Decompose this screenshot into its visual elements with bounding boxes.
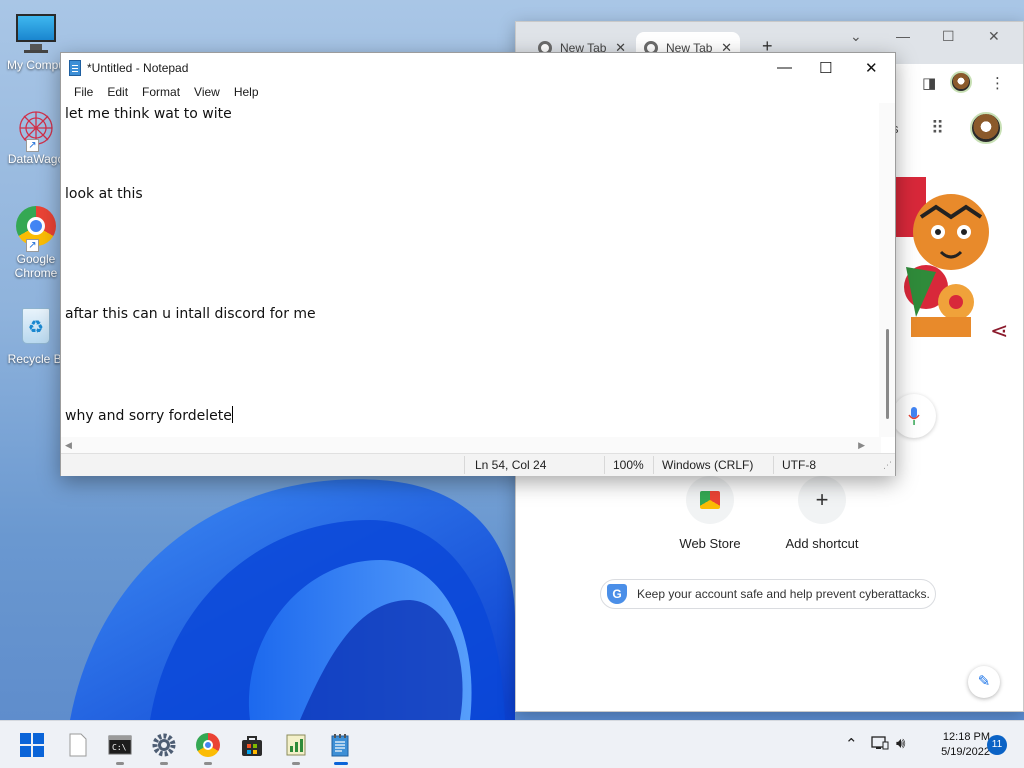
window-title: *Untitled - Notepad [87,61,189,75]
scroll-right-icon[interactable]: ▶ [858,440,865,451]
status-bar: Ln 54, Col 24 100% Windows (CRLF) UTF-8 … [61,453,895,476]
chevron-down-icon[interactable]: ⌄ [850,28,862,45]
horizontal-scrollbar[interactable]: ◀ ▶ [61,437,881,453]
editor-line: why and sorry fordelete [65,408,232,424]
voice-search-mic-icon[interactable] [892,394,936,438]
minimize-icon[interactable]: — [777,59,792,76]
active-indicator [334,762,348,765]
menu-help[interactable]: Help [227,83,266,103]
editor-line: let me think wat to wite [65,106,232,122]
running-indicator [160,762,168,765]
file-icon[interactable] [66,733,90,757]
shortcut-label: Add shortcut [785,536,859,551]
promo-text: Keep your account safe and help prevent … [637,587,930,601]
status-position: Ln 54, Col 24 [475,458,547,472]
text-editor[interactable]: let me think wat to wite look at this af… [61,103,881,437]
account-avatar[interactable] [970,112,1002,144]
menu-bar: File Edit Format View Help [61,83,895,103]
share-icon[interactable]: ⋖ [990,318,1008,344]
start-windows-icon[interactable] [20,733,44,757]
network-icon[interactable] [871,735,889,755]
clock-time: 12:18 PM [942,731,990,743]
running-indicator [292,762,300,765]
google-apps-icon[interactable]: ⠿ [931,118,945,139]
notepad-window[interactable]: *Untitled - Notepad — ☐ ✕ File Edit Form… [60,52,896,476]
status-divider [604,456,605,474]
customize-pencil-icon[interactable]: ✎ [968,666,1000,698]
menu-format[interactable]: Format [135,83,187,103]
status-divider [773,456,774,474]
vertical-scrollbar[interactable] [879,103,895,437]
volume-icon[interactable]: 🔊︎ [896,735,905,752]
web-store-icon [686,476,734,524]
recycle-bin-icon: ♻ [14,306,58,350]
status-divider [464,456,465,474]
terminal-icon[interactable]: C:\ [108,733,132,757]
maximize-icon[interactable]: ☐ [819,59,832,77]
running-indicator [116,762,124,765]
text-caret [231,406,233,423]
notification-badge[interactable]: 11 [987,735,1007,755]
status-line-ending: Windows (CRLF) [662,458,754,472]
editor-line: aftar this can u intall discord for me [65,306,316,322]
google-shield-icon: G [607,584,627,604]
scroll-left-icon[interactable]: ◀ [65,440,72,451]
shortcut-arrow-icon: ↗ [26,139,39,152]
profile-avatar[interactable] [950,71,972,93]
notepad-taskbar-icon[interactable] [328,733,352,757]
shortcut-add[interactable]: + Add shortcut [772,476,872,551]
maximize-icon[interactable]: ☐ [942,28,955,45]
notepad-icon [69,60,81,76]
status-divider [653,456,654,474]
clock-date: 5/19/2022 [941,746,990,758]
close-window-icon[interactable]: ✕ [988,28,1000,45]
spreadsheet-chart-icon[interactable] [284,733,308,757]
shortcut-arrow-icon: ↗ [26,239,39,252]
editor-line-current: why and sorry fordelete [65,406,233,424]
svg-text:C:\: C:\ [112,743,127,752]
running-indicator [204,762,212,765]
resize-grip-icon[interactable]: ⋰ [883,460,892,471]
shortcut-label: Web Store [679,536,741,551]
datawagon-icon: ↗ [14,106,58,152]
chrome-taskbar-icon[interactable] [196,733,220,757]
notepad-titlebar[interactable]: *Untitled - Notepad [61,53,895,83]
account-safety-promo[interactable]: G Keep your account safe and help preven… [600,579,936,609]
status-zoom: 100% [613,458,644,472]
menu-edit[interactable]: Edit [100,83,135,103]
minimize-icon[interactable]: — [896,28,910,44]
monitor-icon [14,12,58,56]
scrollbar-thumb[interactable] [886,329,889,419]
more-menu-icon[interactable]: ⋮ [990,74,1005,92]
menu-view[interactable]: View [187,83,227,103]
desktop-icon-label: Google Chrome [14,252,58,280]
side-panel-icon[interactable]: ◨ [922,74,936,92]
store-bag-icon[interactable] [240,733,264,757]
editor-line: look at this [65,186,143,202]
clock[interactable]: 12:18 PM 5/19/2022 [920,730,990,760]
shortcut-web-store[interactable]: Web Store [660,476,760,551]
settings-gear-icon[interactable] [152,733,176,757]
chrome-icon: ↗ [14,206,58,252]
status-encoding: UTF-8 [782,458,816,472]
show-hidden-icons-chevron-icon[interactable]: ⌃ [845,735,858,753]
close-window-icon[interactable]: ✕ [865,59,878,77]
add-icon: + [798,476,846,524]
menu-file[interactable]: File [67,83,100,103]
taskbar: C:\ ⌃ 🔊︎ 12:18 PM 5/19/2022 11 [0,720,1024,768]
google-doodle[interactable] [896,177,996,337]
